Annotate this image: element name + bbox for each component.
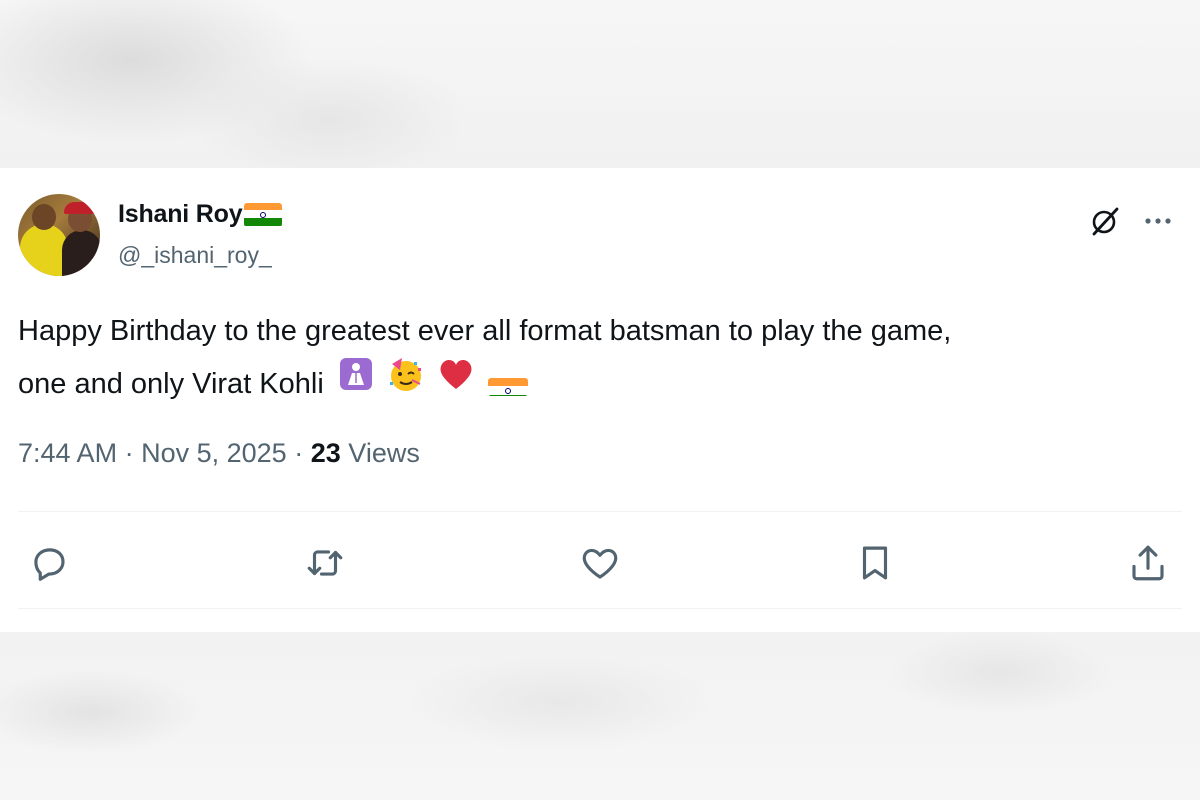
- author-name-row[interactable]: Ishani Roy: [118, 200, 283, 229]
- meta-separator: ·: [294, 438, 304, 468]
- tweet-text-line-1: Happy Birthday to the greatest ever all …: [18, 315, 952, 347]
- meta-separator: ·: [124, 438, 134, 468]
- bookmark-button[interactable]: [850, 538, 900, 588]
- share-button[interactable]: [1123, 538, 1173, 588]
- retweet-button[interactable]: [300, 538, 350, 588]
- india-flag-emoji: [488, 370, 529, 396]
- partying-face-emoji: [386, 354, 426, 411]
- tweet-text-line-2: one and only Virat Kohli: [18, 357, 1188, 414]
- like-icon: [582, 548, 618, 579]
- like-button[interactable]: [575, 538, 625, 588]
- author-display-name[interactable]: Ishani Roy: [118, 200, 243, 229]
- blurred-background-bottom: [0, 632, 1200, 800]
- tweet-time[interactable]: 7:44 AM: [18, 438, 117, 468]
- tweet-text: Happy Birthday to the greatest ever all …: [18, 306, 1188, 414]
- retweet-icon: [307, 550, 343, 576]
- divider: [18, 608, 1182, 609]
- reply-button[interactable]: [24, 538, 74, 588]
- blurred-background-top: [0, 0, 1200, 168]
- grok-icon[interactable]: [1088, 204, 1122, 238]
- action-bar: [0, 528, 1200, 598]
- avatar[interactable]: [18, 194, 100, 276]
- person-in-frame-emoji: [338, 356, 374, 409]
- red-heart-emoji: [436, 354, 476, 411]
- views-label: Views: [348, 438, 420, 468]
- tweet-meta: 7:44 AM · Nov 5, 2025 · 23 Views: [18, 438, 420, 469]
- more-icon[interactable]: [1140, 206, 1176, 236]
- tweet-text-line-2-text: one and only Virat Kohli: [18, 368, 324, 401]
- views-count: 23: [310, 438, 341, 468]
- author-handle[interactable]: @_ishani_roy_: [118, 242, 272, 269]
- reply-icon: [34, 548, 65, 581]
- tweet-date[interactable]: Nov 5, 2025: [141, 438, 287, 468]
- share-icon: [1132, 545, 1164, 581]
- tweet-card: Ishani Roy @_ishani_roy_ Happy Birthday …: [0, 168, 1200, 632]
- divider: [18, 511, 1182, 512]
- india-flag-icon: [244, 202, 283, 227]
- bookmark-icon: [862, 546, 888, 580]
